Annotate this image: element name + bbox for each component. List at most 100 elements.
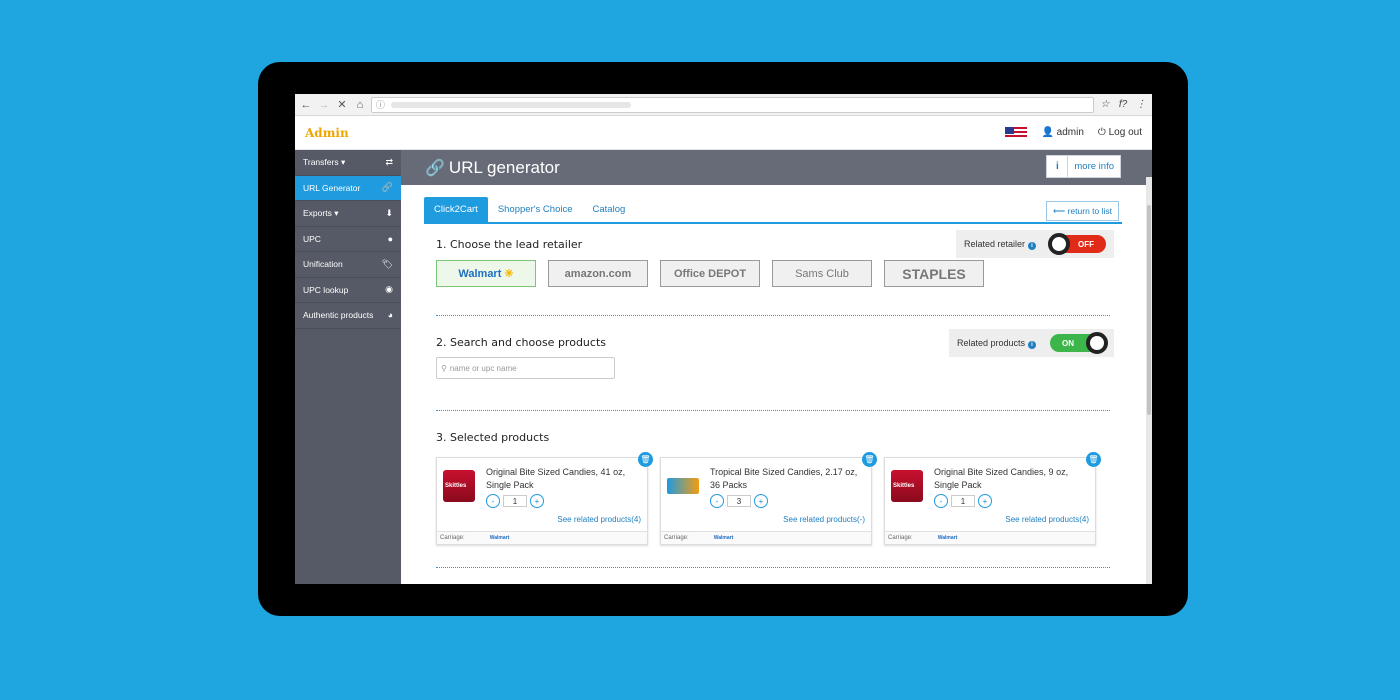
power-icon: ⏻ xyxy=(1097,127,1106,138)
home-icon[interactable]: ⌂ xyxy=(353,94,367,116)
related-products-link[interactable]: See related products(4) xyxy=(1005,515,1089,524)
trash-icon[interactable]: 🗑 xyxy=(638,452,653,467)
product-name: Original Bite Sized Candies, 9 oz, Singl… xyxy=(934,467,1069,490)
retailer-staples[interactable]: STAPLES xyxy=(884,260,984,287)
retailer-walmart[interactable]: Walmart ✳ xyxy=(436,260,536,287)
sidebar-item-label: UPC lookup xyxy=(303,284,349,295)
sidebar-item-unification[interactable]: Unification 🏷 xyxy=(295,252,401,278)
decrement-button[interactable]: - xyxy=(486,494,500,508)
carriage-row: Carriage: Walmart xyxy=(885,531,1095,544)
retailer-list: Walmart ✳ amazon.com Office DEPOT Sams Cl… xyxy=(436,260,1110,287)
quantity-value[interactable]: 1 xyxy=(503,495,527,507)
scrollbar-thumb[interactable] xyxy=(1147,205,1151,415)
increment-button[interactable]: + xyxy=(530,494,544,508)
product-search-input[interactable]: ⚲ name or upc name xyxy=(436,357,615,379)
trash-icon[interactable]: 🗑 xyxy=(862,452,877,467)
extension-icon[interactable]: f? xyxy=(1116,99,1130,110)
scrollbar[interactable] xyxy=(1146,177,1152,584)
sidebar-item-label: UPC xyxy=(303,233,321,244)
info-icon[interactable]: i xyxy=(1028,340,1036,349)
carriage-retailer: Walmart xyxy=(937,535,958,541)
step-selected-products: 3. Selected products 🗑 Original Bite Siz… xyxy=(424,411,1122,567)
carriage-label: Carriage: xyxy=(664,535,689,541)
retailer-office-depot[interactable]: Office DEPOT xyxy=(660,260,760,287)
selected-product-list: 🗑 Original Bite Sized Candies, 41 oz, Si… xyxy=(436,452,1110,545)
user-menu[interactable]: 👤 admin xyxy=(1041,127,1083,138)
product-card: 🗑 Original Bite Sized Candies, 9 oz, Sin… xyxy=(884,452,1101,545)
carriage-retailer: Walmart xyxy=(713,535,734,541)
back-icon[interactable]: ← xyxy=(299,94,313,116)
quantity-stepper: - 1 + xyxy=(934,494,992,508)
related-products-link[interactable]: See related products(4) xyxy=(557,515,641,524)
tag-icon: 🏷 xyxy=(381,258,393,269)
logout-link[interactable]: ⏻ Log out xyxy=(1098,127,1142,138)
product-name: Original Bite Sized Candies, 41 oz, Sing… xyxy=(486,467,626,490)
tab-catalog[interactable]: Catalog xyxy=(583,197,636,222)
quantity-value[interactable]: 1 xyxy=(951,495,975,507)
product-image xyxy=(891,470,923,502)
step3-title: 3. Selected products xyxy=(436,431,550,444)
generator-panel: Click2Cart Shopper's Choice Catalog ⟵ re… xyxy=(424,197,1122,584)
link-icon: 🔗 xyxy=(381,182,393,193)
product-card: 🗑 Original Bite Sized Candies, 41 oz, Si… xyxy=(436,452,653,545)
section-divider xyxy=(436,567,1110,568)
decrement-button[interactable]: - xyxy=(934,494,948,508)
sidebar: Transfers ▾ ⇄ URL Generator 🔗 Exports ▾ ⬇ U… xyxy=(295,150,401,584)
browser-menu-icon[interactable]: ⋮ xyxy=(1134,99,1148,110)
increment-button[interactable]: + xyxy=(978,494,992,508)
url-blurred xyxy=(391,101,632,108)
carriage-label: Carriage: xyxy=(440,535,465,541)
pie-chart-icon: ◕ xyxy=(387,310,393,321)
sidebar-item-label: Authentic products xyxy=(303,310,374,321)
sidebar-item-upc[interactable]: UPC ● xyxy=(295,227,401,252)
sidebar-item-upc-lookup[interactable]: UPC lookup ◉ xyxy=(295,278,401,303)
address-bar[interactable]: ⓘ xyxy=(371,96,1094,113)
tab-click2cart[interactable]: Click2Cart xyxy=(424,197,488,222)
decrement-button[interactable]: - xyxy=(710,494,724,508)
bookmark-star-icon[interactable]: ☆ xyxy=(1098,99,1112,110)
walmart-spark-icon: ✳ xyxy=(504,268,514,280)
info-icon: i xyxy=(1047,156,1069,177)
sidebar-item-exports[interactable]: Exports ▾ ⬇ xyxy=(295,201,401,227)
step-lead-retailer: 1. Choose the lead retailer Related reta… xyxy=(424,224,1122,315)
retailer-amazon[interactable]: amazon.com xyxy=(548,260,648,287)
app-header: Admin 👤 admin ⏻ Log out xyxy=(295,116,1152,150)
increment-button[interactable]: + xyxy=(754,494,768,508)
us-flag-icon[interactable] xyxy=(1005,126,1028,139)
sidebar-item-url-generator[interactable]: URL Generator 🔗 xyxy=(295,175,401,201)
browser-window: ← → ✕ ⌂ ⓘ ☆ f? ⋮ Admin 👤 admin ⏻ Log out… xyxy=(295,94,1152,584)
info-icon[interactable]: i xyxy=(1028,241,1036,250)
main-content: 🔗 URL generator i more info Click2Cart S… xyxy=(401,150,1152,584)
forward-icon[interactable]: → xyxy=(317,94,331,116)
retailer-sams-club[interactable]: Sams Club xyxy=(772,260,872,287)
related-retailer-label: Related retailer i xyxy=(964,239,1036,250)
sidebar-item-label: Exports xyxy=(303,208,332,219)
close-icon[interactable]: ✕ xyxy=(335,94,349,116)
tab-shoppers-choice[interactable]: Shopper's Choice xyxy=(488,197,583,222)
link-icon: 🔗 xyxy=(425,159,445,177)
related-products-toggle[interactable]: ON xyxy=(1050,332,1108,354)
download-icon: ⬇ xyxy=(385,207,393,218)
product-card: 🗑 Tropical Bite Sized Candies, 2.17 oz, … xyxy=(660,452,877,545)
circle-icon: ● xyxy=(387,233,393,244)
trash-icon[interactable]: 🗑 xyxy=(1086,452,1101,467)
quantity-value[interactable]: 3 xyxy=(727,495,751,507)
quantity-stepper: - 1 + xyxy=(486,494,544,508)
related-retailer-toggle[interactable]: OFF xyxy=(1048,233,1106,255)
toggle-knob xyxy=(1048,233,1070,255)
carriage-label: Carriage: xyxy=(888,535,913,541)
product-image xyxy=(667,478,699,494)
caret-down-icon: ▾ xyxy=(334,207,339,218)
sidebar-item-authentic-products[interactable]: Authentic products ◕ xyxy=(295,303,401,329)
return-to-list-button[interactable]: ⟵ return to list xyxy=(1046,201,1119,221)
target-icon: ◉ xyxy=(385,284,393,295)
user-icon: 👤 xyxy=(1041,127,1054,138)
related-products-link[interactable]: See related products(-) xyxy=(783,515,865,524)
brand-logo[interactable]: Admin xyxy=(305,126,349,140)
logout-label: Log out xyxy=(1108,127,1142,138)
info-icon[interactable]: ⓘ xyxy=(376,98,385,111)
quantity-stepper: - 3 + xyxy=(710,494,768,508)
sidebar-item-transfers[interactable]: Transfers ▾ ⇄ xyxy=(295,150,401,176)
more-info-button[interactable]: i more info xyxy=(1046,155,1121,178)
toggle-state: ON xyxy=(1062,338,1074,348)
